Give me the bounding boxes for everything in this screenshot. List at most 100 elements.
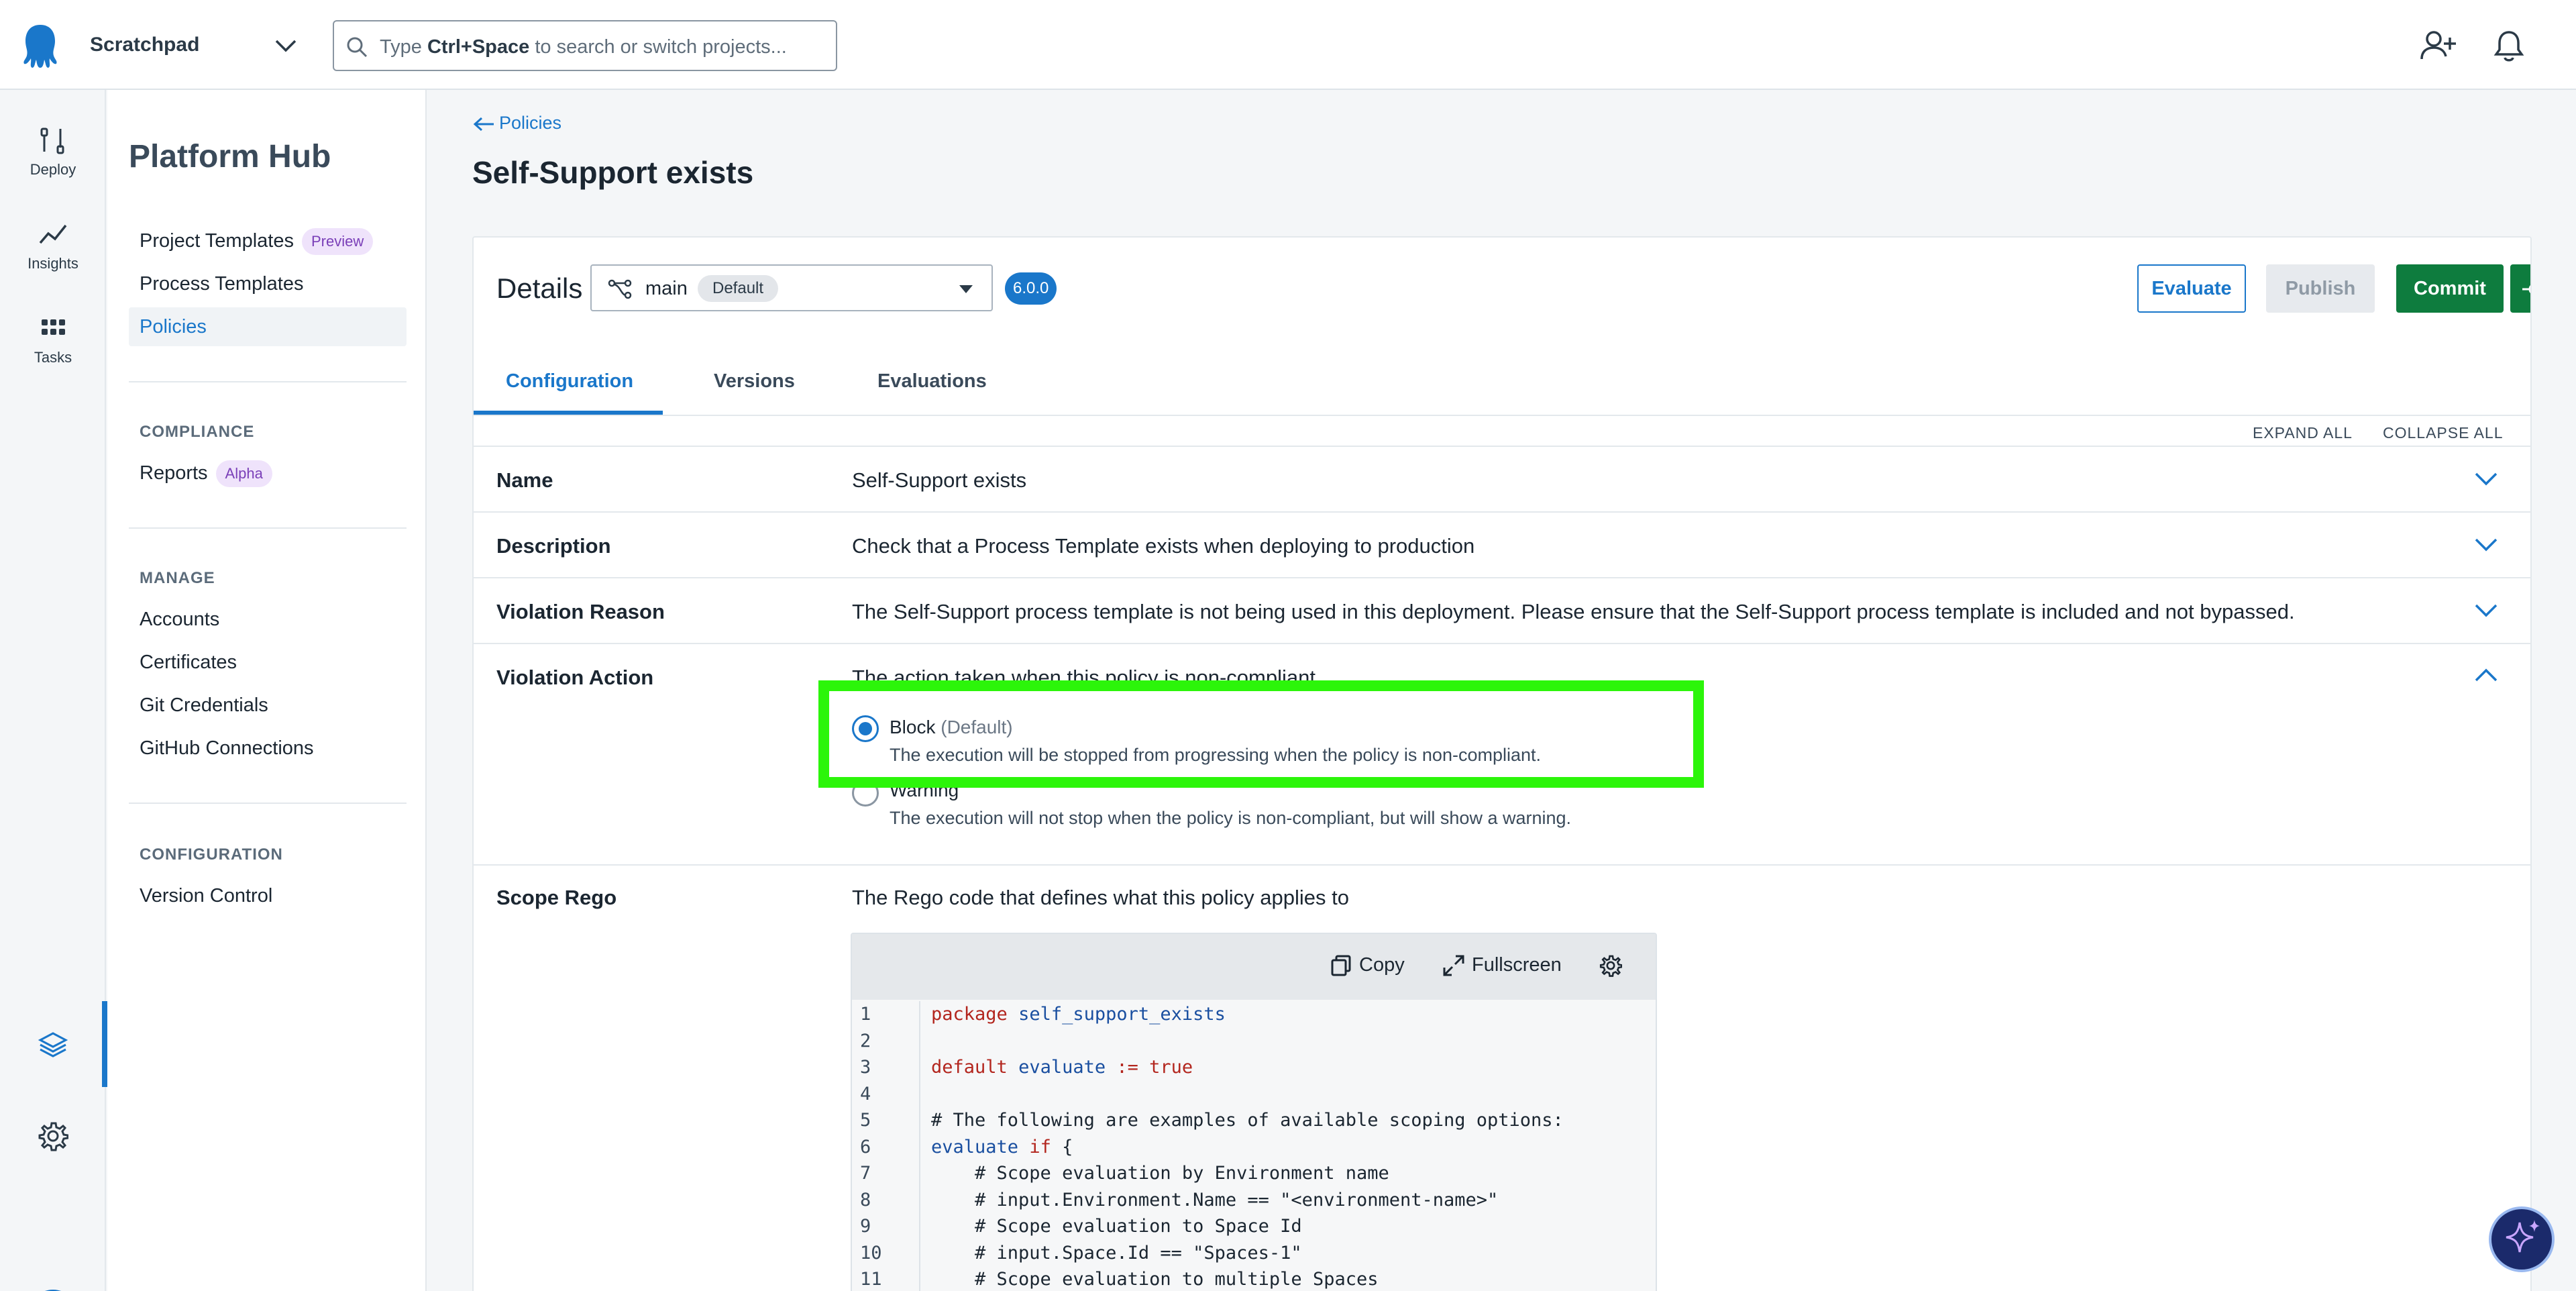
code-text: evaluate if { <box>931 1136 1073 1157</box>
rail-item-deploy[interactable]: Deploy <box>0 125 106 178</box>
code-text: # Scope evaluation by Environment name <box>931 1163 1389 1184</box>
insights-icon <box>39 224 67 244</box>
git-branch-icon <box>608 279 632 299</box>
sidebar-item-project-templates[interactable]: Project Templates Preview <box>129 221 407 260</box>
block-radio[interactable] <box>852 715 879 742</box>
evaluate-button[interactable]: Evaluate <box>2137 264 2246 313</box>
rail-active-indicator <box>102 1001 107 1087</box>
rail-item-insights[interactable]: Insights <box>0 219 106 272</box>
name-value: Self-Support exists <box>852 468 1027 492</box>
sparkle-icon <box>2506 1220 2540 1253</box>
line-number: 2 <box>860 1030 871 1051</box>
sidebar-item-version-control[interactable]: Version Control <box>129 876 407 915</box>
sidebar-title: Platform Hub <box>129 139 331 174</box>
space-switcher[interactable]: Scratchpad <box>20 20 313 71</box>
code-content[interactable]: 1 package self_support_exists 2 3 default ev… <box>852 1001 1656 1291</box>
gear-icon <box>1599 956 1623 978</box>
copy-icon <box>1331 955 1351 976</box>
code-line: 3 default evaluate := true <box>852 1054 1656 1081</box>
details-label: Details <box>496 272 583 304</box>
layers-icon <box>38 1032 68 1057</box>
violation-reason-label: Violation Reason <box>496 600 665 623</box>
editor-toolbar: Copy Fullscreen <box>852 934 1656 1000</box>
violation-action-value: The action taken when this policy is non… <box>852 666 1316 689</box>
preview-badge: Preview <box>301 228 374 256</box>
sidebar-item-github-connections[interactable]: GitHub Connections <box>129 729 407 768</box>
scope-rego-label: Scope Rego <box>496 886 617 909</box>
copy-button[interactable]: Copy <box>1330 954 1405 977</box>
tab-evaluations[interactable]: Evaluations <box>877 370 987 393</box>
line-number: 10 <box>860 1242 882 1263</box>
line-number: 3 <box>860 1057 871 1078</box>
block-option-title: Block (Default) <box>890 717 1013 737</box>
alpha-badge: Alpha <box>215 460 272 488</box>
editor-settings-button[interactable] <box>1599 954 1629 978</box>
add-user-icon[interactable] <box>2419 27 2457 64</box>
line-number: 9 <box>860 1216 871 1237</box>
branch-name: main <box>645 278 688 299</box>
expand-all-button[interactable]: EXPAND ALL <box>2253 424 2353 442</box>
code-line: 6 evaluate if { <box>852 1134 1656 1161</box>
line-number: 1 <box>860 1004 871 1025</box>
bell-icon[interactable] <box>2490 27 2528 64</box>
rego-code-editor[interactable]: Copy Fullscreen 1 package self_support_ex… <box>851 933 1657 1291</box>
branch-select[interactable]: main Default <box>590 264 993 311</box>
publish-button[interactable]: Publish <box>2266 264 2375 313</box>
block-option-description: The execution will be stopped from progr… <box>890 745 1542 765</box>
rail-item-tasks[interactable]: Tasks <box>0 313 106 366</box>
scope-rego-value: The Rego code that defines what this pol… <box>852 886 1350 909</box>
sidebar-item-policies[interactable]: Policies <box>129 307 407 346</box>
tab-versions[interactable]: Versions <box>714 370 795 393</box>
sidebar-item-reports[interactable]: Reports Alpha <box>129 454 407 493</box>
code-line: 5 # The following are examples of availab… <box>852 1107 1656 1134</box>
commit-options-button[interactable] <box>2510 264 2530 313</box>
name-row[interactable]: Name Self-Support exists <box>474 446 2530 511</box>
fullscreen-button[interactable]: Fullscreen <box>1442 954 1562 977</box>
version-badge: 6.0.0 <box>1005 272 1057 305</box>
line-number: 5 <box>860 1110 871 1131</box>
sidebar-item-accounts[interactable]: Accounts <box>129 600 407 639</box>
tab-configuration[interactable]: Configuration <box>506 370 633 393</box>
page-title: Self-Support exists <box>472 155 754 190</box>
violation-reason-row[interactable]: Violation Reason The Self-Support proces… <box>474 577 2530 643</box>
breadcrumb[interactable]: Policies <box>472 113 561 134</box>
rail-item-settings[interactable] <box>0 1121 106 1151</box>
collapse-all-button[interactable]: COLLAPSE ALL <box>2383 424 2504 442</box>
code-text: # input.Environment.Name == "<environmen… <box>931 1189 1499 1210</box>
search-icon <box>347 37 368 58</box>
violation-reason-value: The Self-Support process template is not… <box>852 600 2295 623</box>
chevron-down-icon[interactable] <box>2474 471 2498 487</box>
gear-icon <box>38 1122 68 1151</box>
name-label: Name <box>496 468 553 492</box>
sidebar-item-certificates[interactable]: Certificates <box>129 643 407 682</box>
code-line: 9 # Scope evaluation to Space Id <box>852 1213 1656 1240</box>
line-number: 7 <box>860 1163 871 1184</box>
code-text: default evaluate := true <box>931 1057 1193 1078</box>
chevron-down-icon <box>275 40 297 52</box>
description-row[interactable]: Description Check that a Process Templat… <box>474 511 2530 577</box>
line-number: 4 <box>860 1083 871 1104</box>
sidebar-item-git-credentials[interactable]: Git Credentials <box>129 686 407 725</box>
code-line: 10 # input.Space.Id == "Spaces-1" <box>852 1240 1656 1267</box>
line-number: 6 <box>860 1136 871 1157</box>
rail-item-platform-hub[interactable] <box>0 1029 106 1060</box>
code-text: # input.Space.Id == "Spaces-1" <box>931 1242 1302 1263</box>
chevron-up-icon[interactable] <box>2474 667 2498 683</box>
warning-radio[interactable] <box>852 780 879 807</box>
git-commit-icon <box>2522 285 2530 294</box>
search-placeholder: Type Ctrl+Space to search or switch proj… <box>380 36 787 58</box>
search-input[interactable]: Type Ctrl+Space to search or switch proj… <box>333 20 837 71</box>
code-line: 11 # Scope evaluation to multiple Spaces <box>852 1266 1656 1291</box>
code-line: 7 # Scope evaluation by Environment name <box>852 1160 1656 1187</box>
space-name: Scratchpad <box>90 34 200 56</box>
left-rail: Deploy Insights Tasks MC <box>0 90 106 1291</box>
sidebar-item-process-templates[interactable]: Process Templates <box>129 264 407 303</box>
commit-button[interactable]: Commit <box>2396 264 2504 313</box>
chevron-down-icon[interactable] <box>2474 537 2498 553</box>
ai-assistant-button[interactable] <box>2489 1206 2555 1272</box>
tab-bar: Configuration Versions Evaluations <box>474 356 2530 416</box>
chevron-down-icon[interactable] <box>2474 603 2498 619</box>
code-text: # Scope evaluation to multiple Spaces <box>931 1269 1379 1290</box>
warning-option-title: Warning <box>890 780 959 801</box>
description-label: Description <box>496 534 611 558</box>
